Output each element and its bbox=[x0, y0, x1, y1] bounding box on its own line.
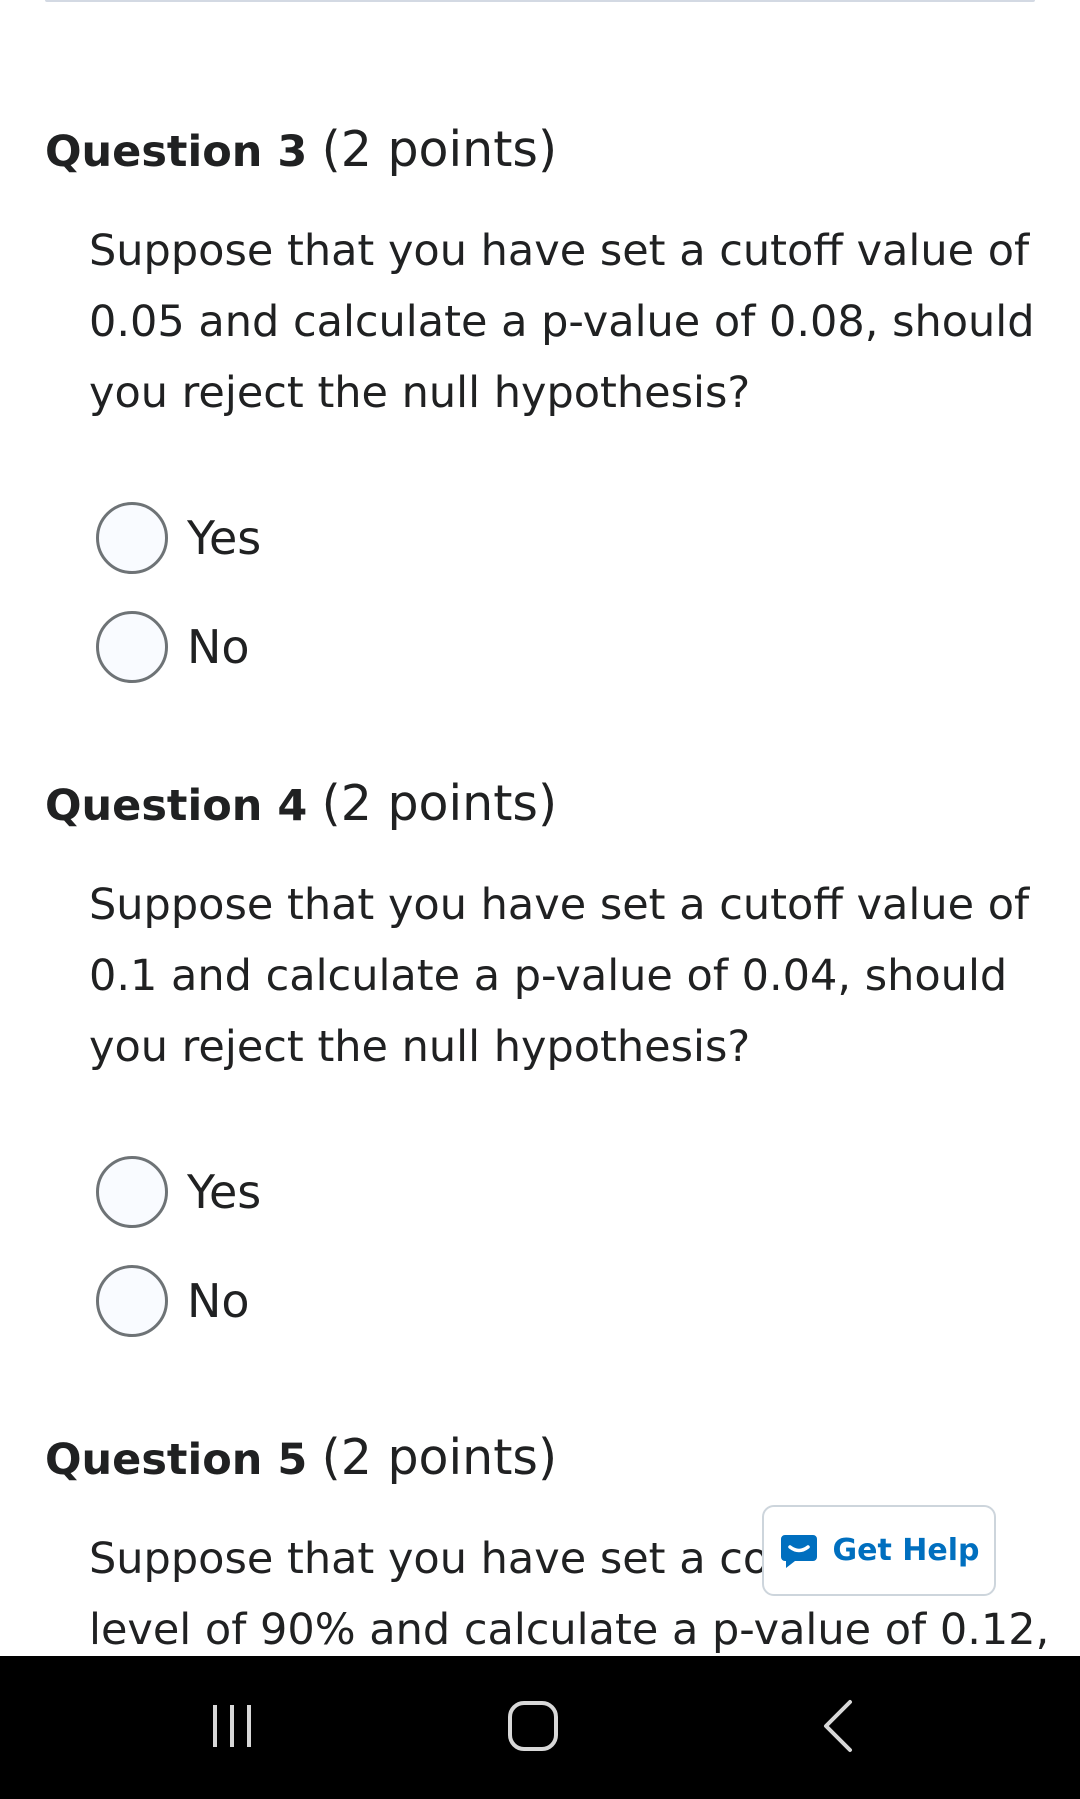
question-points: (2 points) bbox=[321, 1429, 558, 1486]
recent-apps-button[interactable] bbox=[172, 1656, 292, 1799]
back-button[interactable] bbox=[778, 1656, 898, 1799]
question-text-line: 0.05 and calculate a p-value of 0.08, sh… bbox=[89, 297, 1035, 347]
android-nav-bar bbox=[0, 1656, 1080, 1799]
radio-button[interactable] bbox=[96, 1156, 168, 1228]
question-heading: Question 3 (2 points) bbox=[45, 122, 557, 180]
option-label: No bbox=[187, 1274, 250, 1328]
question-heading: Question 5 (2 points) bbox=[45, 1430, 557, 1488]
get-help-button[interactable]: Get Help bbox=[762, 1505, 996, 1596]
recent-apps-icon bbox=[207, 1701, 257, 1755]
quiz-page: Question 3 (2 points) Suppose that you h… bbox=[0, 0, 1080, 1799]
home-icon bbox=[506, 1699, 560, 1757]
question-text-line: you reject the null hypothesis? bbox=[89, 368, 751, 418]
chat-bubble-icon bbox=[779, 1531, 819, 1571]
section-divider bbox=[45, 0, 1035, 2]
home-button[interactable] bbox=[473, 1656, 593, 1799]
get-help-label: Get Help bbox=[832, 1533, 980, 1568]
option-label: No bbox=[187, 620, 250, 674]
radio-button[interactable] bbox=[96, 502, 168, 574]
option-yes[interactable]: Yes bbox=[96, 502, 396, 574]
question-text-line: 0.1 and calculate a p-value of 0.04, sho… bbox=[89, 951, 1008, 1001]
question-points: (2 points) bbox=[321, 121, 558, 178]
option-no[interactable]: No bbox=[96, 1265, 396, 1337]
question-text-line: you reject the null hypothesis? bbox=[89, 1022, 751, 1072]
question-text: Suppose that you have set a cutoff value… bbox=[89, 216, 1039, 429]
option-label: Yes bbox=[187, 511, 262, 565]
option-yes[interactable]: Yes bbox=[96, 1156, 396, 1228]
question-number: Question 5 bbox=[45, 1435, 308, 1485]
question-text: Suppose that you have set a cutoff value… bbox=[89, 870, 1039, 1083]
back-icon bbox=[818, 1699, 858, 1757]
question-text-line: Suppose that you have set a cutoff value… bbox=[89, 226, 1030, 276]
question-text-line: Suppose that you have set a cutoff value… bbox=[89, 880, 1030, 930]
radio-button[interactable] bbox=[96, 1265, 168, 1337]
question-number: Question 4 bbox=[45, 781, 308, 831]
question-points: (2 points) bbox=[321, 775, 558, 832]
question-heading: Question 4 (2 points) bbox=[45, 776, 557, 834]
option-no[interactable]: No bbox=[96, 611, 396, 683]
radio-button[interactable] bbox=[96, 611, 168, 683]
question-number: Question 3 bbox=[45, 127, 308, 177]
option-label: Yes bbox=[187, 1165, 262, 1219]
